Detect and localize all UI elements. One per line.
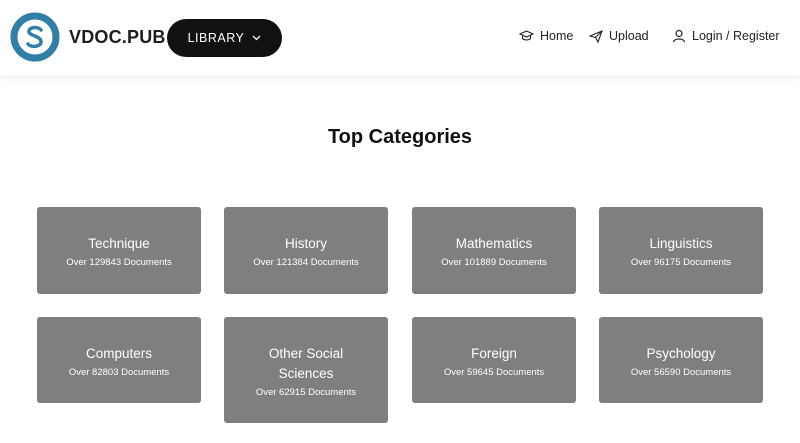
category-name: Other Social Sciences bbox=[268, 346, 344, 381]
vdoc-logo-icon[interactable] bbox=[10, 12, 60, 62]
category-count: Over 56590 Documents bbox=[630, 367, 732, 378]
nav-login-register[interactable]: Login / Register bbox=[672, 26, 780, 46]
category-count: Over 129843 Documents bbox=[66, 257, 172, 268]
category-card-technique[interactable]: Technique Over 129843 Documents bbox=[37, 207, 201, 294]
category-card-psychology[interactable]: Psychology Over 56590 Documents bbox=[599, 317, 763, 403]
nav-upload-label: Upload bbox=[609, 29, 649, 43]
category-name: Technique bbox=[88, 236, 150, 251]
category-count: Over 121384 Documents bbox=[253, 257, 359, 268]
graduation-cap-icon bbox=[519, 30, 534, 42]
nav-login-label: Login / Register bbox=[692, 29, 780, 43]
brand-name[interactable]: VDOC.PUB bbox=[69, 27, 166, 48]
category-count: Over 101889 Documents bbox=[441, 257, 547, 268]
category-count: Over 96175 Documents bbox=[630, 257, 732, 268]
category-name: Psychology bbox=[646, 346, 716, 361]
nav-home-label: Home bbox=[540, 29, 574, 43]
category-card-computers[interactable]: Computers Over 82803 Documents bbox=[37, 317, 201, 403]
site-header: VDOC.PUB LIBRARY Home Upload Login / Reg… bbox=[0, 0, 800, 76]
category-name: Foreign bbox=[471, 346, 517, 361]
category-name: History bbox=[284, 236, 327, 251]
category-name: Mathematics bbox=[455, 236, 533, 251]
category-card-mathematics[interactable]: Mathematics Over 101889 Documents bbox=[412, 207, 576, 294]
library-label: LIBRARY bbox=[187, 31, 245, 45]
category-card-history[interactable]: History Over 121384 Documents bbox=[224, 207, 388, 294]
category-name: Computers bbox=[85, 346, 153, 361]
category-count: Over 62915 Documents bbox=[255, 387, 357, 398]
user-icon bbox=[672, 29, 686, 43]
nav-home[interactable]: Home bbox=[519, 26, 573, 46]
nav-upload[interactable]: Upload bbox=[589, 26, 649, 46]
page-title: Top Categories bbox=[327, 126, 473, 148]
library-dropdown-button[interactable]: LIBRARY bbox=[167, 19, 282, 57]
paper-plane-icon bbox=[589, 29, 603, 43]
category-card-foreign[interactable]: Foreign Over 59645 Documents bbox=[412, 317, 576, 403]
category-count: Over 82803 Documents bbox=[68, 367, 170, 378]
category-name: Linguistics bbox=[649, 236, 713, 251]
category-card-other-social-sciences[interactable]: Other Social Sciences Over 62915 Documen… bbox=[224, 317, 388, 423]
category-count: Over 59645 Documents bbox=[443, 367, 545, 378]
chevron-down-icon bbox=[252, 35, 261, 41]
category-card-linguistics[interactable]: Linguistics Over 96175 Documents bbox=[599, 207, 763, 294]
